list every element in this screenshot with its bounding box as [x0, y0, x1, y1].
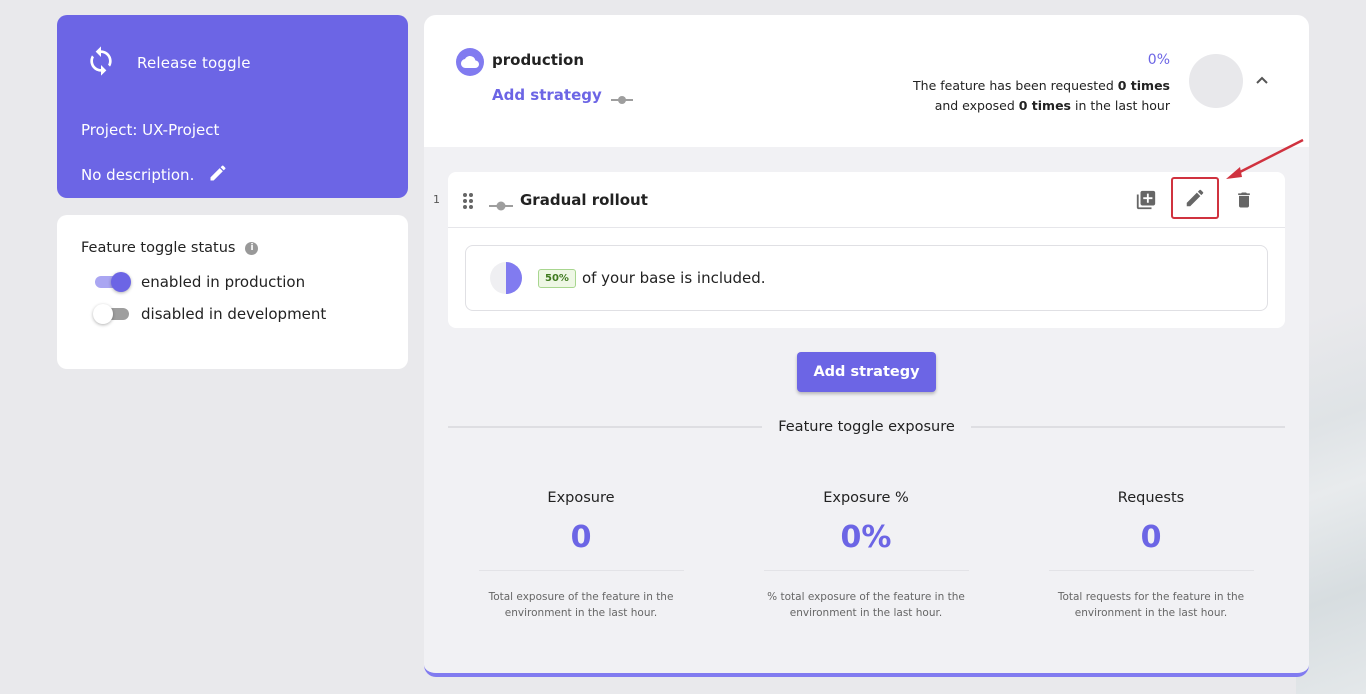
edit-icon — [1186, 189, 1204, 207]
edit-strategy-button[interactable] — [1171, 177, 1219, 219]
strategy-header: Gradual rollout — [448, 172, 1285, 228]
env-toggle-label: enabled in production — [141, 273, 306, 291]
pie-slice — [506, 262, 522, 294]
toggle-type-label: Release toggle — [137, 54, 251, 72]
metric-exposure-percent: Exposure % 0% % total exposure of the fe… — [756, 490, 976, 621]
strategy-index: 1 — [433, 193, 440, 206]
strategy-card: Gradual rollout 50% of your base is incl… — [448, 172, 1285, 328]
status-title: Feature toggle status — [81, 240, 236, 256]
strategy-name: Gradual rollout — [520, 191, 648, 209]
metrics-summary: The feature has been requested 0 times a… — [913, 76, 1170, 116]
metrics-text: and exposed — [934, 98, 1019, 113]
add-strategy-link[interactable]: Add strategy — [492, 86, 602, 104]
project-label: Project: UX-Project — [81, 121, 220, 139]
divider-line — [970, 426, 1285, 428]
metric-value: 0 — [570, 520, 592, 555]
description-row: No description. — [81, 163, 228, 187]
environment-header: production Add strategy 0% The feature h… — [424, 15, 1309, 147]
rollout-text: of your base is included. — [581, 269, 766, 287]
metric-description: Total requests for the feature in the en… — [1057, 591, 1245, 619]
metrics-line-1: The feature has been requested 0 times — [913, 76, 1170, 96]
exposure-percent: 0% — [1147, 52, 1170, 68]
requested-count: 0 times — [1117, 78, 1170, 93]
metric-value: 0 — [1140, 520, 1162, 555]
pencil-icon[interactable] — [194, 163, 228, 187]
metric-title: Requests — [1117, 490, 1185, 506]
switch-thumb — [111, 272, 131, 292]
metric-value: 0% — [840, 520, 892, 555]
metrics-text: The feature has been requested — [913, 78, 1118, 93]
rollout-pie-chart — [490, 262, 522, 294]
metric-exposure: Exposure 0 Total exposure of the feature… — [471, 490, 691, 621]
metric-requests: Requests 0 Total requests for the featur… — [1041, 490, 1261, 621]
metrics-line-2: and exposed 0 times in the last hour — [913, 96, 1170, 116]
exposure-section-title: Feature toggle exposure — [778, 419, 955, 435]
development-switch[interactable] — [93, 304, 131, 324]
metric-title: Exposure — [547, 490, 615, 506]
env-toggle-label: disabled in development — [141, 305, 327, 323]
drag-handle-icon[interactable] — [462, 192, 474, 210]
environment-panel: production Add strategy 0% The feature h… — [424, 15, 1309, 677]
delete-icon[interactable] — [1229, 185, 1259, 215]
chevron-up-icon[interactable] — [1252, 72, 1272, 88]
toggle-type-row: Release toggle — [85, 45, 251, 81]
metric-separator — [1048, 570, 1254, 571]
cloud-icon — [456, 48, 484, 76]
metrics-gauge — [1189, 54, 1243, 108]
rollout-percent-badge: 50% — [538, 268, 576, 288]
refresh-icon — [85, 45, 117, 81]
rollout-summary: 50% of your base is included. — [465, 245, 1268, 311]
metric-separator — [478, 570, 684, 571]
switch-thumb — [93, 304, 113, 324]
description-text: No description. — [81, 166, 195, 184]
add-strategy-button[interactable]: Add strategy — [797, 352, 936, 392]
exposure-divider: Feature toggle exposure — [448, 417, 1285, 437]
env-toggle-production: enabled in production — [93, 272, 384, 292]
strategy-icon — [611, 90, 633, 109]
metric-description: Total exposure of the feature in the env… — [488, 591, 674, 619]
metric-description: % total exposure of the feature in the e… — [767, 591, 965, 619]
status-title-row: Feature toggle status i — [81, 240, 384, 256]
environment-name: production — [492, 51, 585, 69]
metric-separator — [763, 570, 969, 571]
divider-line — [448, 426, 763, 428]
feature-info-card: Release toggle Project: UX-Project No de… — [57, 15, 408, 198]
feature-status-card: Feature toggle status i enabled in produ… — [57, 215, 408, 369]
info-icon[interactable]: i — [245, 241, 259, 255]
strategy-icon — [489, 196, 513, 215]
metrics-text: in the last hour — [1071, 98, 1170, 113]
exposed-count: 0 times — [1018, 98, 1072, 113]
env-toggle-development: disabled in development — [93, 304, 384, 324]
copy-icon[interactable] — [1131, 185, 1161, 215]
production-switch[interactable] — [93, 272, 131, 292]
metric-title: Exposure % — [823, 490, 909, 506]
feature-toggle-page: Release toggle Project: UX-Project No de… — [0, 0, 1366, 694]
